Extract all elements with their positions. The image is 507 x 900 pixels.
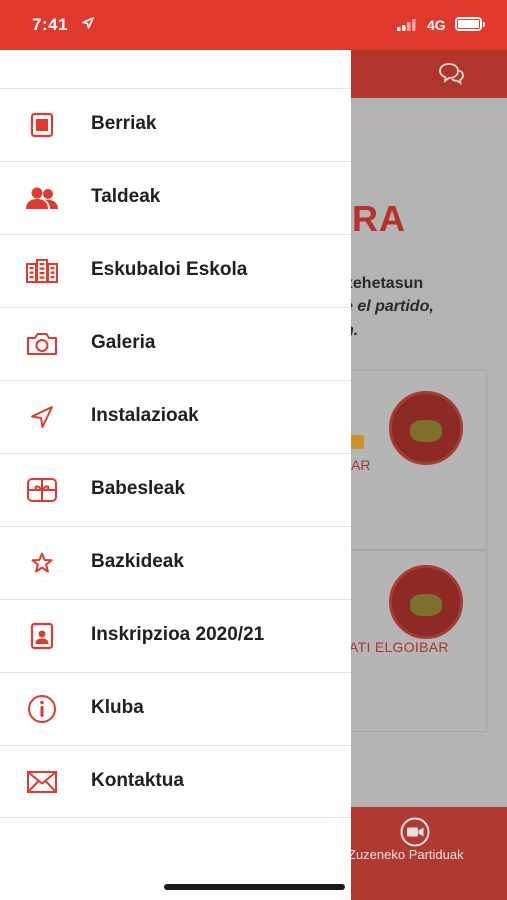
match-team-name: AR — [351, 457, 371, 473]
envelope-icon — [24, 768, 60, 796]
match-team-name: ATI ELGOIBAR — [349, 639, 449, 655]
menu-item-label: Inskripzioa 2020/21 — [91, 624, 265, 645]
tab-live-matches[interactable]: Zuzeneko Partiduak — [348, 847, 464, 862]
background-text-line: xehetasun — [344, 275, 424, 292]
menu-item-bazkideak[interactable]: Bazkideak — [0, 526, 351, 599]
status-bar: 7:41 4G — [0, 0, 507, 50]
menu-item-label: Bazkideak — [91, 551, 184, 572]
building-icon — [24, 257, 60, 285]
menu-item-label: Babesleak — [91, 478, 186, 499]
menu-item-label: Berriak — [91, 113, 157, 134]
menu-item-kluba[interactable]: Kluba — [0, 672, 351, 745]
menu-item-label: Instalazioak — [91, 405, 199, 426]
menu-item-taldeak[interactable]: Taldeak — [0, 161, 351, 234]
location-arrow-icon — [24, 403, 60, 431]
menu-item-kontaktua[interactable]: Kontaktua — [0, 745, 351, 818]
chat-icon[interactable] — [437, 62, 465, 91]
menu-item-galeria[interactable]: Galeria — [0, 307, 351, 380]
club-logo — [389, 565, 463, 639]
menu-item-label: Eskubaloi Eskola — [91, 259, 248, 280]
menu-item-label: Kluba — [91, 697, 144, 718]
background-title: RA — [352, 198, 406, 239]
navigation-drawer: Berriak Taldeak Eskubaloi Eskola Galeria… — [0, 50, 351, 900]
info-icon — [24, 695, 60, 723]
club-logo — [389, 391, 463, 465]
match-card[interactable]: ATI ELGOIBAR — [340, 550, 487, 732]
network-type: 4G — [427, 17, 446, 33]
menu-item-label: Taldeak — [91, 186, 161, 207]
battery-icon — [455, 17, 485, 31]
cellular-signal-icon — [397, 18, 417, 36]
people-icon — [24, 184, 60, 212]
menu-item-eskubaloi-eskola[interactable]: Eskubaloi Eskola — [0, 234, 351, 307]
menu-item-label: Kontaktua — [91, 770, 184, 791]
match-tag — [349, 435, 364, 449]
drawer-menu: Berriak Taldeak Eskubaloi Eskola Galeria… — [0, 88, 351, 818]
location-services-icon — [82, 16, 94, 34]
menu-item-berriak[interactable]: Berriak — [0, 88, 351, 161]
contact-card-icon — [24, 622, 60, 650]
status-time: 7:41 — [32, 15, 69, 34]
home-indicator[interactable] — [164, 884, 345, 890]
star-icon — [24, 549, 60, 577]
menu-item-babesleak[interactable]: Babesleak — [0, 453, 351, 526]
menu-item-label: Galeria — [91, 332, 156, 353]
match-card[interactable]: AR — [340, 370, 487, 550]
menu-item-inskripzioa[interactable]: Inskripzioa 2020/21 — [0, 599, 351, 672]
camera-icon — [24, 330, 60, 358]
news-icon — [24, 111, 60, 139]
gift-icon — [24, 476, 60, 504]
menu-item-instalazioak[interactable]: Instalazioak — [0, 380, 351, 453]
background-text-line: e el partido, — [344, 298, 434, 315]
